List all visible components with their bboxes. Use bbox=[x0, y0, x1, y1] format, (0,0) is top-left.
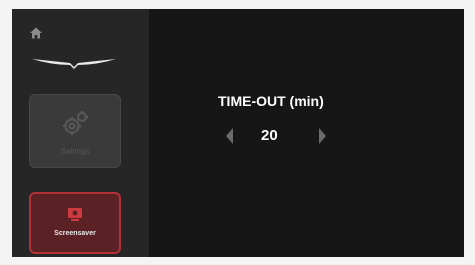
sidebar-item-screensaver[interactable]: Screensaver bbox=[29, 192, 121, 254]
main-content: TIME-OUT (min) 20 bbox=[149, 9, 464, 257]
increase-arrow-icon[interactable] bbox=[319, 128, 326, 144]
sidebar-item-settings[interactable]: Settings bbox=[29, 94, 121, 168]
timeout-stepper: 20 bbox=[209, 124, 329, 150]
home-icon[interactable] bbox=[29, 26, 43, 40]
screensaver-icon bbox=[68, 208, 82, 221]
timeout-value: 20 bbox=[261, 127, 278, 144]
timeout-title: TIME-OUT (min) bbox=[218, 93, 324, 109]
decrease-arrow-icon[interactable] bbox=[226, 128, 233, 144]
sidebar-item-label: Settings bbox=[60, 147, 90, 156]
screen: Settings Screensaver TIME-OUT (min) 20 bbox=[12, 9, 464, 257]
sidebar: Settings Screensaver bbox=[12, 9, 149, 257]
sidebar-item-label: Screensaver bbox=[54, 230, 96, 237]
aircraft-wings-logo-icon bbox=[32, 59, 116, 69]
gear-icon bbox=[63, 111, 88, 135]
